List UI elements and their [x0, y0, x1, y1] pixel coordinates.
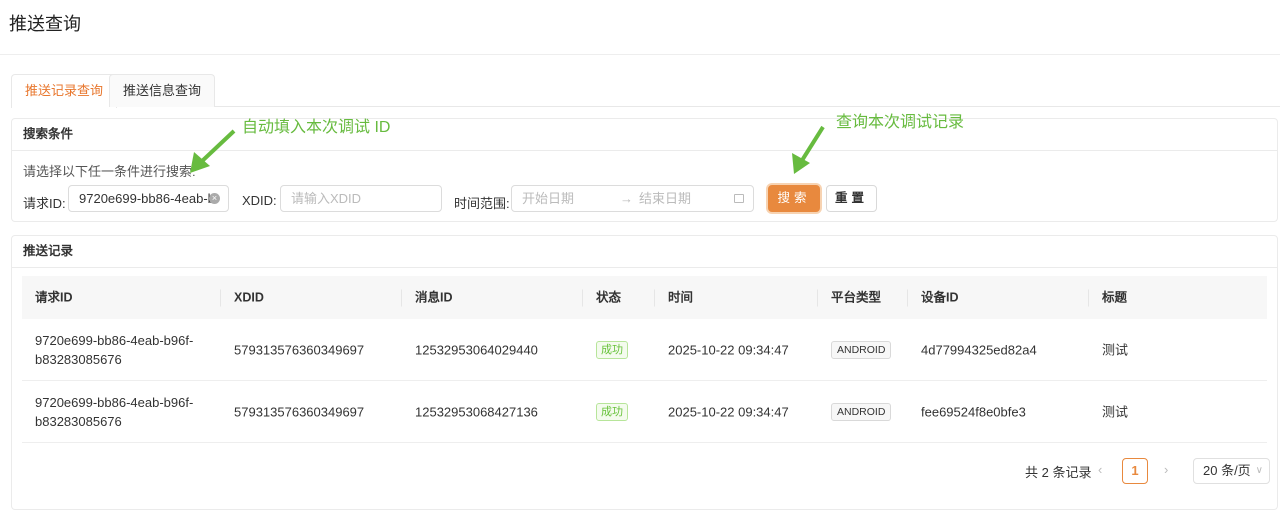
chevron-down-icon: ∨: [1255, 465, 1263, 476]
table-row: 9720e699-bb86-4eab-b96f-b83283085676 579…: [22, 381, 1267, 443]
col-time: 时间: [653, 288, 693, 307]
title-cell: 测试: [1102, 404, 1129, 419]
time-cell: 2025-10-22 09:34:47: [668, 404, 789, 419]
arrow-head: [792, 153, 810, 174]
xdid-cell: 579313576360349697: [234, 342, 365, 357]
col-device: 设备ID: [907, 288, 959, 307]
prev-page-icon[interactable]: ‹: [1098, 462, 1102, 477]
col-title: 标题: [1087, 288, 1127, 307]
page-size-select[interactable]: 20 条/页 ∨: [1193, 458, 1270, 484]
records-card: 推送记录 请求ID XDID 消息ID 状态 时间 平台类型 设备ID 标题 9…: [11, 235, 1278, 510]
xdid-cell: 579313576360349697: [234, 404, 365, 419]
col-status: 状态: [581, 288, 621, 307]
table-row: 9720e699-bb86-4eab-b96f-b83283085676 579…: [22, 319, 1267, 381]
device-cell: 4d77994325ed82a4: [921, 342, 1037, 357]
request-id-cell: 9720e699-bb86-4eab-b96f-b83283085676: [35, 332, 194, 367]
col-xdid: XDID: [220, 288, 264, 307]
records-table: 请求ID XDID 消息ID 状态 时间 平台类型 设备ID 标题 9720e6…: [22, 276, 1267, 443]
table-header: 请求ID XDID 消息ID 状态 时间 平台类型 设备ID 标题: [22, 276, 1267, 319]
arrow-autofill: [198, 129, 236, 165]
platform-badge: ANDROID: [831, 402, 892, 421]
msg-id-cell: 12532953064029440: [415, 342, 538, 357]
title-cell: 测试: [1102, 342, 1129, 357]
status-badge: 成功: [596, 340, 628, 359]
arrow-query: [799, 125, 825, 164]
request-id-cell: 9720e699-bb86-4eab-b96f-b83283085676: [35, 394, 194, 429]
records-header: 推送记录: [12, 236, 1277, 268]
status-badge: 成功: [596, 402, 628, 421]
total-count: 共 2 条记录: [1025, 465, 1092, 480]
next-page-icon[interactable]: ›: [1164, 462, 1168, 477]
col-request-id: 请求ID: [35, 290, 73, 304]
device-cell: fee69524f8e0bfe3: [921, 404, 1026, 419]
col-platform: 平台类型: [816, 288, 881, 307]
msg-id-cell: 12532953068427136: [415, 404, 538, 419]
col-msg-id: 消息ID: [401, 288, 453, 307]
platform-badge: ANDROID: [831, 340, 892, 359]
page-1-button[interactable]: 1: [1122, 458, 1148, 484]
time-cell: 2025-10-22 09:34:47: [668, 342, 789, 357]
